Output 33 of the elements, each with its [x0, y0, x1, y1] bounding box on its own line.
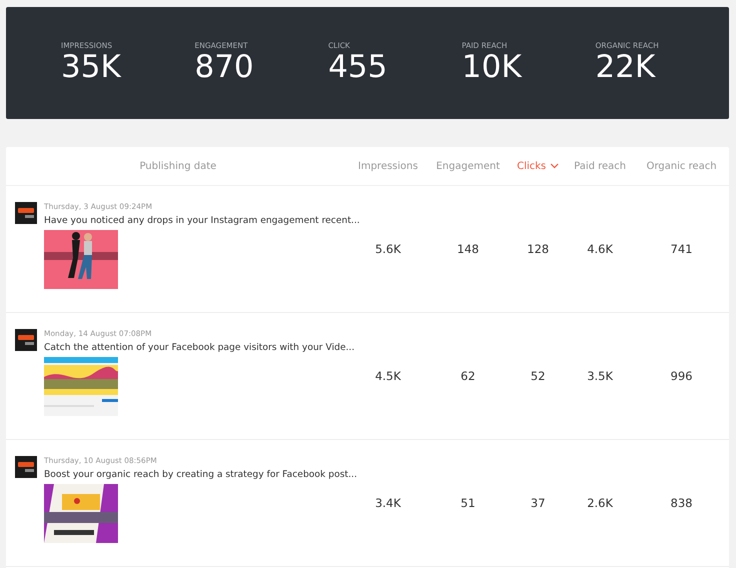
metric-value: 870 — [194, 50, 254, 85]
table-cell-text: 838 — [670, 496, 694, 510]
avatar-icon — [15, 329, 37, 351]
chevron-down-icon — [550, 163, 560, 169]
avatar-icon — [15, 456, 37, 478]
table-cell-text: 996 — [670, 369, 694, 383]
metric-value: 22K — [595, 50, 656, 85]
column-header[interactable]: Engagement — [426, 160, 510, 172]
column-header[interactable]: Paid reach — [566, 160, 634, 172]
metric-value: 35K — [61, 50, 121, 85]
post-title[interactable]: Have you noticed any drops in your Instagram engagement recent... — [44, 215, 360, 226]
table-cell-text: 4.6K — [586, 242, 614, 256]
table-cell-text: 2.6K — [586, 496, 614, 510]
table-cell-text: 3.4K — [374, 496, 402, 510]
table-cell-text: 51 — [460, 496, 476, 510]
table-cell-text: 3.5K — [586, 369, 614, 383]
metric-value: 455 — [328, 50, 388, 85]
column-header[interactable]: Impressions — [350, 160, 426, 172]
metric-value: 10K — [462, 50, 522, 85]
column-header[interactable]: Clicks — [510, 160, 566, 172]
avatar-icon — [15, 202, 37, 224]
table-cell-text: 741 — [670, 242, 694, 256]
table-cell-text: 148 — [456, 242, 480, 256]
table-cell-text: 52 — [530, 369, 546, 383]
table-cell-text: 4.5K — [374, 369, 402, 383]
table-cell-text: 5.6K — [374, 242, 402, 256]
column-header[interactable]: Publishing date — [6, 160, 350, 172]
post-title[interactable]: Catch the attention of your Facebook page visitors with your Vide... — [44, 342, 354, 353]
table-cell-text: 62 — [460, 369, 476, 383]
column-header[interactable]: Organic reach — [634, 160, 729, 172]
post-title[interactable]: Boost your organic reach by creating a strategy for Facebook post... — [44, 469, 357, 480]
table-cell-text: 37 — [530, 496, 546, 510]
table-cell-text: 128 — [526, 242, 550, 256]
